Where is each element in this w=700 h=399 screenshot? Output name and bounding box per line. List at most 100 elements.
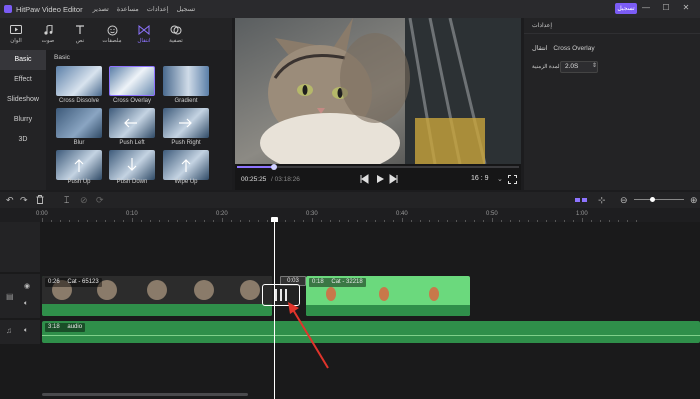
play-icon[interactable] <box>375 174 385 186</box>
timeline-toolbar: ↶ ↷ ⌶ ⊘ ⟳ ⊹ ⊖ ⊕ <box>0 192 700 208</box>
sidebar-item-basic[interactable]: Basic <box>0 50 46 70</box>
properties-panel: إعدادات انتقال Cross Overlay المدة الزمن… <box>524 18 700 190</box>
menu-item-register[interactable]: تسجيل <box>177 5 196 13</box>
timeline-scrollbar[interactable] <box>42 393 248 396</box>
zoom-slider-handle[interactable] <box>650 197 655 202</box>
volume-icon[interactable]: 🔈︎ <box>24 327 28 335</box>
clip-duration: 0:26 <box>48 279 60 285</box>
zoom-out-icon[interactable]: ⊖ <box>620 195 628 205</box>
annotation-arrow <box>288 302 329 369</box>
clip-duration: 3:18 <box>48 324 60 330</box>
audio-waveform <box>42 335 700 336</box>
close-icon[interactable]: ✕ <box>680 2 692 14</box>
maximize-icon[interactable]: ☐ <box>660 2 672 14</box>
video-track-header: ▤ ◉ 🔈︎ <box>0 274 40 318</box>
transition-gallery: Basic Cross Dissolve Cross Overlay Gradi… <box>46 50 232 190</box>
ruler-label: 0:20 <box>216 211 228 217</box>
undo-icon[interactable]: ↶ <box>6 195 14 205</box>
transition-thumb-push-left[interactable] <box>109 108 155 138</box>
transition-label: Push Right <box>171 140 201 146</box>
arrow-up-icon <box>74 159 84 172</box>
transition-property-value: Cross Overlay <box>553 45 595 52</box>
previous-frame-icon[interactable] <box>359 174 369 186</box>
stepper-icon[interactable]: ⇕ <box>592 62 597 69</box>
total-time: / 03:18:26 <box>271 176 300 183</box>
marker-icon[interactable] <box>575 195 587 205</box>
volume-icon[interactable]: 🔈︎ <box>24 300 28 308</box>
progress-fill <box>237 166 274 168</box>
split-icon[interactable]: ⌶ <box>64 195 69 205</box>
transition-thumb-push-down[interactable] <box>109 150 155 180</box>
cat-image <box>235 18 521 164</box>
playhead-line <box>274 222 275 399</box>
transition-thumb-push-right[interactable] <box>163 108 209 138</box>
visibility-icon[interactable]: ◉ <box>24 282 30 290</box>
arrow-left-icon <box>124 118 137 128</box>
aspect-ratio-select[interactable]: 16 : 9 <box>471 175 489 182</box>
tab-filters[interactable]: تصفية <box>160 25 192 44</box>
ruler-label: 0:50 <box>486 211 498 217</box>
ruler-label: 0:00 <box>36 211 48 217</box>
tab-text[interactable]: نص <box>64 25 96 44</box>
sidebar-item-effect[interactable]: Effect <box>0 70 46 90</box>
minimize-icon[interactable]: — <box>640 2 652 14</box>
rotate-icon[interactable]: ⟳ <box>96 195 104 205</box>
sidebar-item-slideshow[interactable]: Slideshow <box>0 90 46 110</box>
title-bar: HitPaw Video Editor تصدير مساعدة إعدادات… <box>0 0 700 18</box>
transition-thumb-blur[interactable] <box>56 108 102 138</box>
transition-thumb-wipe-up[interactable] <box>163 150 209 180</box>
app-logo <box>4 5 12 13</box>
delete-icon[interactable] <box>36 195 44 206</box>
music-icon: ♫ <box>6 326 12 335</box>
timeline-ruler[interactable]: 0:00 0:10 0:20 0:30 0:40 0:50 1:00 <box>0 208 700 223</box>
chevron-down-icon[interactable]: ⌄ <box>497 175 503 183</box>
transition-thumb-push-up[interactable] <box>56 150 102 180</box>
transition-icon <box>138 25 150 36</box>
sidebar-item-3d[interactable]: 3D <box>0 130 46 150</box>
transition-label: Cross Overlay <box>112 98 151 104</box>
ruler-label: 0:10 <box>126 211 138 217</box>
clip-name: audio <box>67 324 83 330</box>
crop-icon[interactable]: ⊘ <box>80 195 88 205</box>
arrow-right-icon <box>179 118 192 128</box>
fullscreen-icon[interactable] <box>508 175 517 186</box>
clip-duration: 0:18 <box>312 279 324 285</box>
audio-track-header: ♫ 🔈︎ <box>0 320 40 344</box>
tab-stickers[interactable]: ملصقات <box>96 25 128 44</box>
zoom-slider[interactable] <box>634 199 684 200</box>
preview-progress[interactable] <box>235 164 521 170</box>
redo-icon[interactable]: ↷ <box>20 195 28 205</box>
video-clip-cat-1[interactable]: 0:26 Cat - 65123 <box>42 276 272 316</box>
next-frame-icon[interactable] <box>389 174 399 186</box>
audio-clip[interactable]: 3:18 audio <box>42 321 700 343</box>
transition-thumb-gradient[interactable] <box>163 66 209 96</box>
transition-thumb-cross-overlay[interactable] <box>109 66 155 96</box>
media-icon <box>10 25 22 36</box>
transition-label: Gradient <box>174 98 198 104</box>
progress-handle[interactable] <box>270 164 277 170</box>
sidebar-item-blurry[interactable]: Blurry <box>0 110 46 130</box>
transition-label: Push Down <box>116 179 148 185</box>
menu-item-export[interactable]: تصدير <box>93 5 109 13</box>
current-time: 00:25:25 <box>241 176 267 183</box>
transition-label: Wipe Up <box>174 179 198 185</box>
preview-panel: 00:25:25 / 03:18:26 16 : 9 ⌄ <box>235 18 521 190</box>
tab-audio[interactable]: صوت <box>32 25 64 44</box>
transition-thumb-cross-dissolve[interactable] <box>56 66 102 96</box>
arrow-up-icon <box>181 159 191 172</box>
timeline-tracks: ▤ ◉ 🔈︎ ♫ 🔈︎ 0:26 Cat - 65123 0:18 Cat - … <box>0 222 700 399</box>
gallery-heading: Basic <box>54 54 70 61</box>
duration-label: المدة الزمنية <box>532 64 562 70</box>
category-sidebar: Basic Effect Slideshow Blurry 3D <box>0 50 46 190</box>
menu-item-help[interactable]: مساعدة <box>117 5 139 13</box>
menu-item-settings[interactable]: إعدادات <box>147 5 169 13</box>
tab-media[interactable]: الوان <box>0 25 32 44</box>
transition-label: Cross Dissolve <box>58 98 99 104</box>
snap-icon[interactable]: ⊹ <box>598 195 606 205</box>
tab-transitions[interactable]: انتقال <box>128 25 160 44</box>
app-title: HitPaw Video Editor <box>16 4 83 14</box>
ruler-label: 0:30 <box>306 211 318 217</box>
music-icon <box>42 25 54 36</box>
zoom-in-icon[interactable]: ⊕ <box>690 195 698 205</box>
register-button[interactable]: تسجيل <box>615 3 637 14</box>
